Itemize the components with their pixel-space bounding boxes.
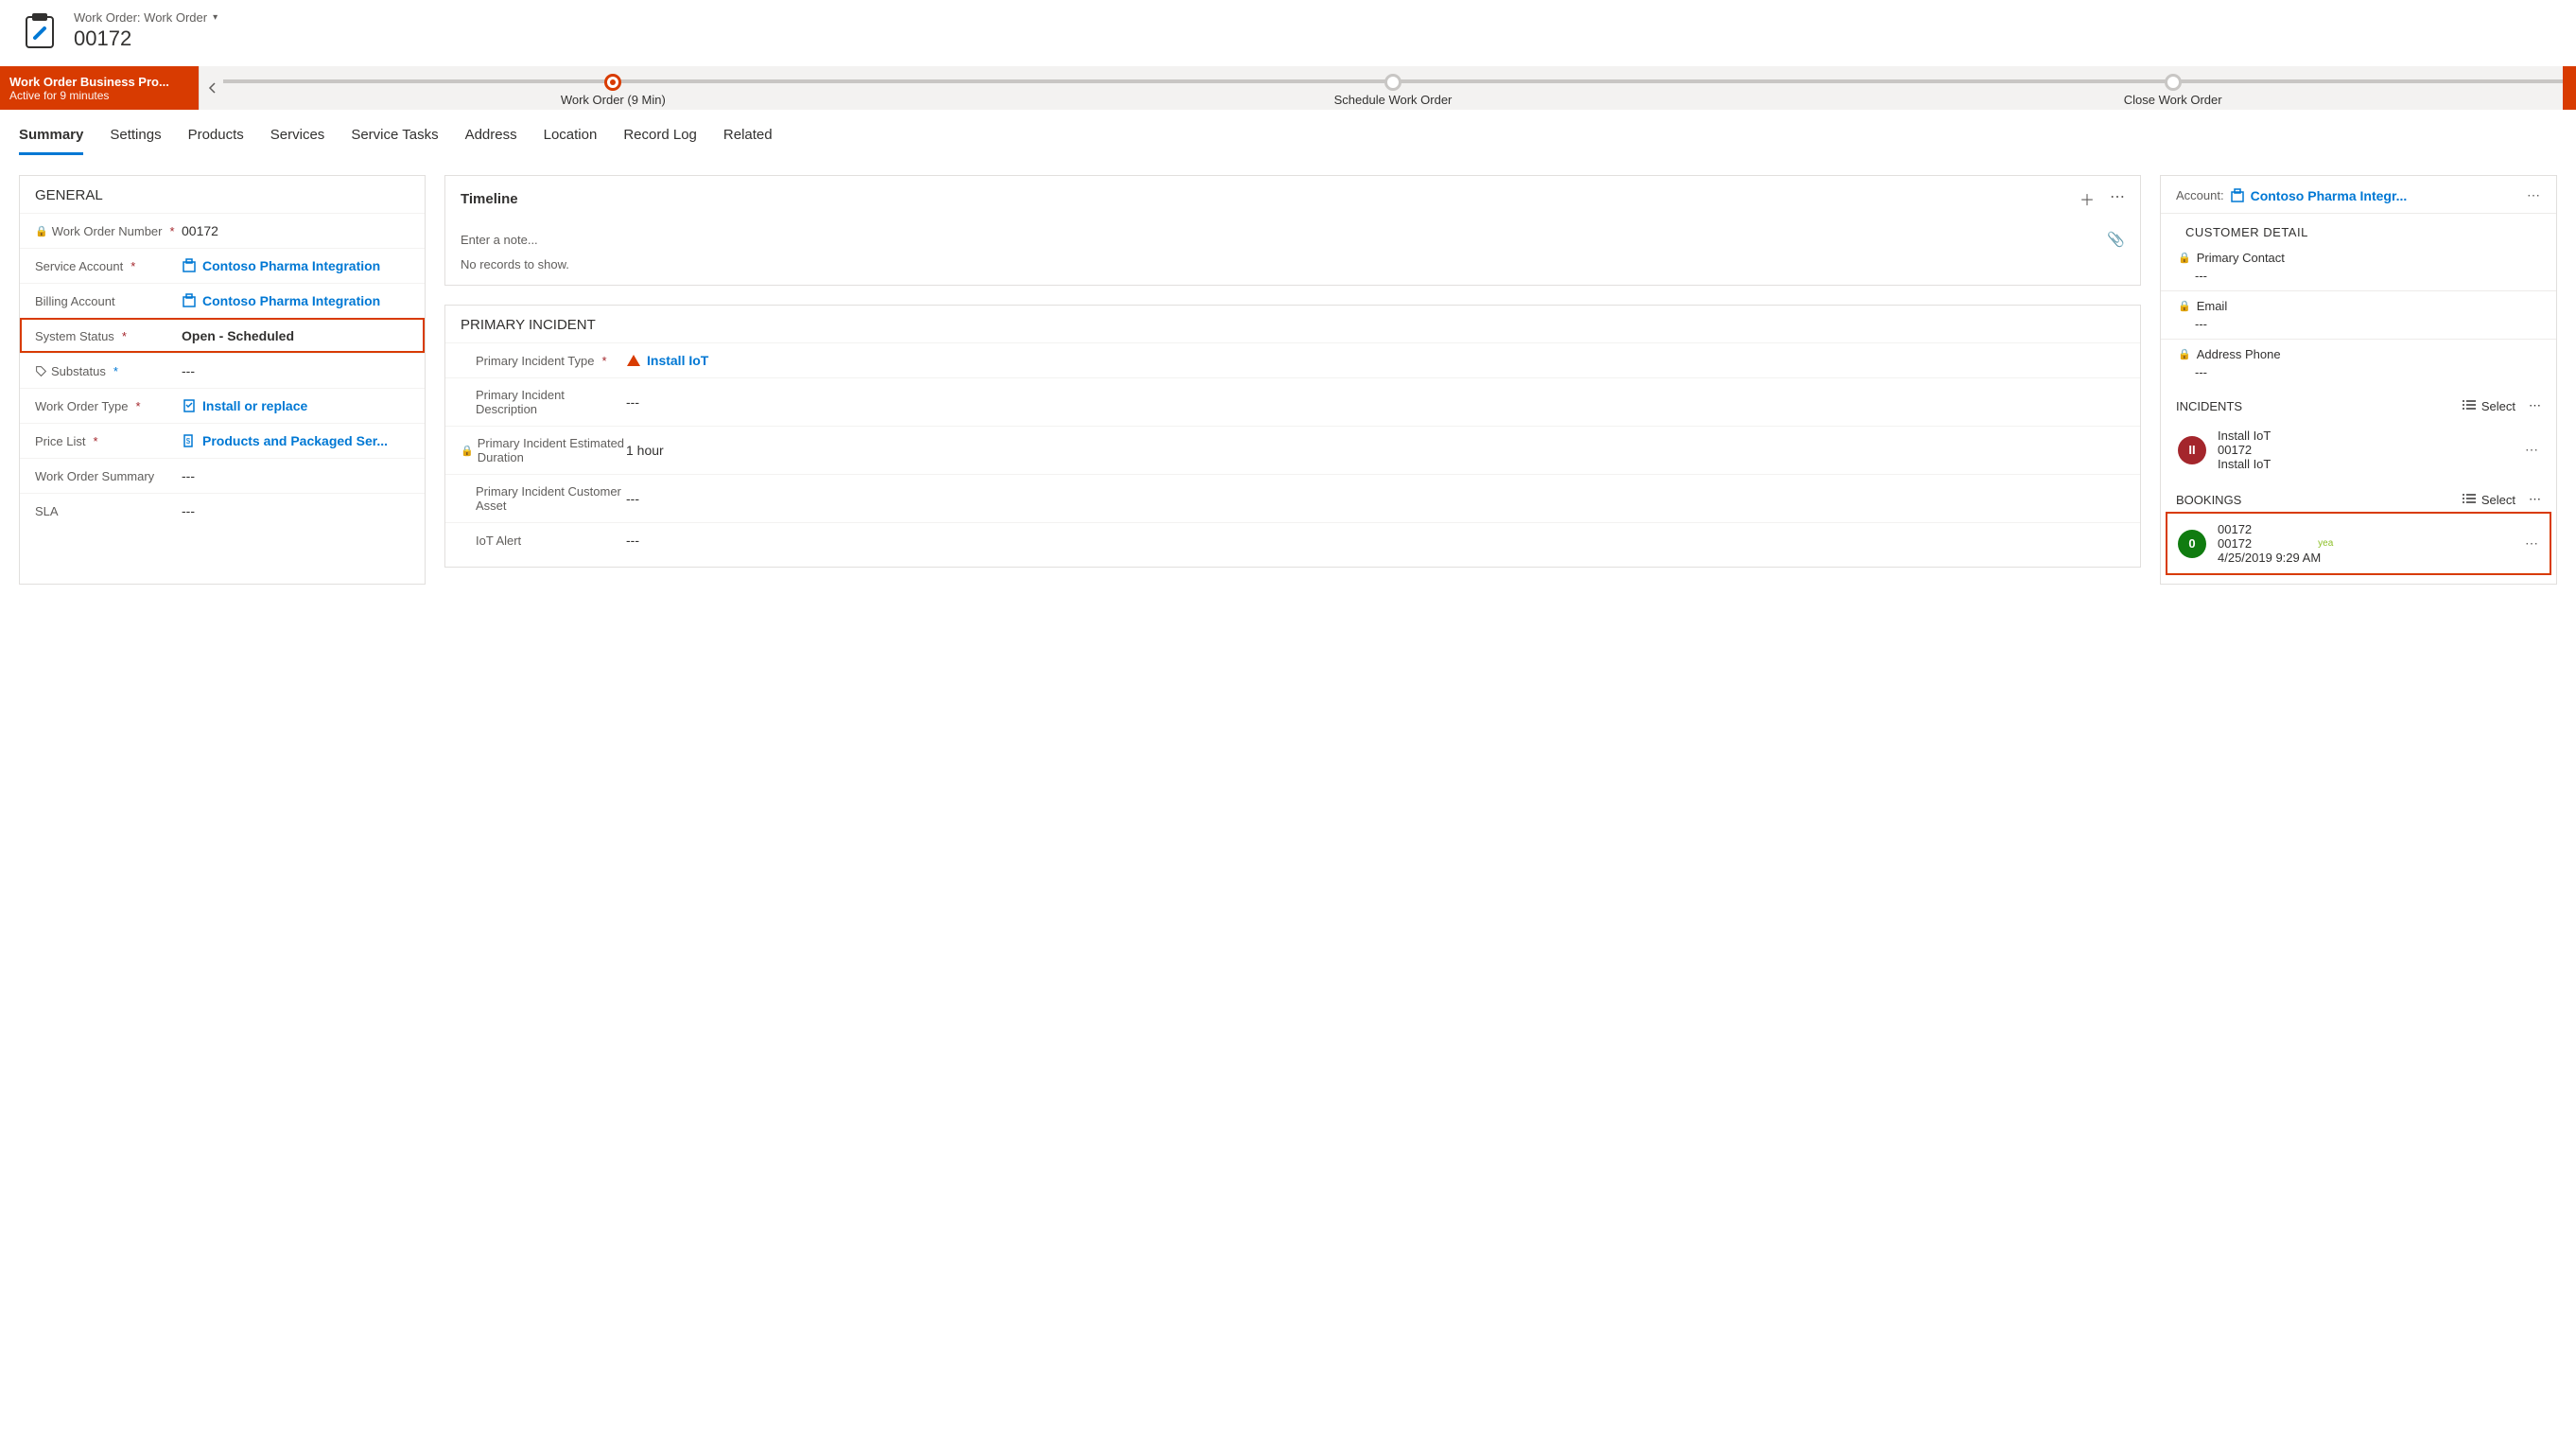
bpf-process-name: Work Order Business Pro... — [9, 75, 189, 89]
field-sla[interactable]: SLA --- — [20, 493, 425, 541]
field-work-order-number[interactable]: 🔒Work Order Number* 00172 — [20, 213, 425, 248]
section-title: GENERAL — [20, 176, 425, 213]
more-icon[interactable]: ⋯ — [2525, 535, 2539, 551]
bpf-active-duration: Active for 9 minutes — [9, 89, 189, 102]
tab-service-tasks[interactable]: Service Tasks — [351, 121, 438, 155]
svg-text:$: $ — [186, 437, 191, 446]
account-icon — [182, 258, 197, 273]
bpf-process-info[interactable]: Work Order Business Pro... Active for 9 … — [0, 66, 199, 110]
bpf-collapse-button[interactable] — [199, 66, 223, 110]
tab-settings[interactable]: Settings — [110, 121, 161, 155]
timeline-section: Timeline ＋ ⋯ Enter a note... 📎 No record… — [444, 175, 2141, 286]
price-list-link[interactable]: Products and Packaged Ser... — [202, 433, 388, 448]
bookings-select-button[interactable]: Select — [2463, 493, 2515, 507]
incident-list-item[interactable]: II Install IoT 00172 Install IoT ⋯ — [2168, 421, 2549, 479]
field-primary-incident-type[interactable]: Primary Incident Type* Install IoT — [445, 342, 2140, 377]
bpf-stage-dot — [1384, 74, 1401, 91]
lock-icon: 🔒 — [2178, 300, 2191, 312]
service-account-link[interactable]: Contoso Pharma Integration — [202, 258, 380, 273]
bpf-stages: Work Order (9 Min) Schedule Work Order C… — [223, 66, 2563, 110]
account-icon — [182, 293, 197, 308]
lock-icon: 🔒 — [2178, 348, 2191, 360]
bpf-stage-schedule[interactable]: Schedule Work Order — [1003, 70, 1784, 107]
primary-incident-section: PRIMARY INCIDENT Primary Incident Type* … — [444, 305, 2141, 568]
avatar: II — [2178, 436, 2206, 464]
warning-icon — [626, 353, 641, 368]
chevron-down-icon: ▾ — [213, 12, 218, 23]
account-link[interactable]: Contoso Pharma Integr... — [2251, 188, 2408, 203]
bpf-stage-dot — [604, 74, 621, 91]
entity-label: Work Order: Work Order — [74, 10, 207, 25]
field-primary-incident-description[interactable]: Primary Incident Description --- — [445, 377, 2140, 426]
lock-icon: 🔒 — [461, 445, 474, 457]
form-tabs: Summary Settings Products Services Servi… — [0, 110, 2576, 156]
field-primary-incident-asset[interactable]: Primary Incident Customer Asset --- — [445, 474, 2140, 522]
more-icon[interactable]: ⋯ — [2525, 442, 2539, 458]
tab-record-log[interactable]: Record Log — [623, 121, 697, 155]
lock-icon: 🔒 — [35, 225, 48, 237]
tag-icon — [35, 365, 47, 377]
field-substatus[interactable]: Substatus* --- — [20, 353, 425, 388]
bookings-header: BOOKINGS Select ⋯ — [2161, 479, 2556, 515]
account-icon — [2230, 188, 2245, 203]
tab-address[interactable]: Address — [465, 121, 517, 155]
bpf-right-edge — [2563, 66, 2576, 110]
field-iot-alert[interactable]: IoT Alert --- — [445, 522, 2140, 567]
tab-summary[interactable]: Summary — [19, 121, 83, 155]
entity-icon — [19, 9, 61, 51]
work-order-type-link[interactable]: Install or replace — [202, 398, 307, 413]
tab-products[interactable]: Products — [188, 121, 244, 155]
booking-list-item[interactable]: 0 00172 00172yea 4/25/2019 9:29 AM ⋯ — [2168, 515, 2549, 572]
more-icon[interactable]: ⋯ — [2110, 187, 2125, 210]
field-primary-contact[interactable]: 🔒Primary Contact --- — [2161, 245, 2556, 291]
incidents-select-button[interactable]: Select — [2463, 399, 2515, 413]
general-section: GENERAL 🔒Work Order Number* 00172 Servic… — [19, 175, 426, 585]
field-email[interactable]: 🔒Email --- — [2161, 293, 2556, 340]
bpf-stage-dot — [2165, 74, 2182, 91]
timeline-note-input[interactable]: Enter a note... — [461, 233, 538, 247]
tab-related[interactable]: Related — [723, 121, 773, 155]
pricelist-icon: $ — [182, 433, 197, 448]
customer-detail-title: CUSTOMER DETAIL — [2161, 214, 2556, 245]
business-process-flow: Work Order Business Pro... Active for 9 … — [0, 66, 2576, 110]
more-icon[interactable]: ⋯ — [2527, 187, 2541, 203]
field-primary-incident-duration[interactable]: 🔒Primary Incident Estimated Duration 1 h… — [445, 426, 2140, 474]
avatar: 0 — [2178, 530, 2206, 558]
account-label: Account: — [2176, 188, 2224, 202]
field-work-order-type[interactable]: Work Order Type* Install or replace — [20, 388, 425, 423]
field-price-list[interactable]: Price List* $ Products and Packaged Ser.… — [20, 423, 425, 458]
field-billing-account[interactable]: Billing Account Contoso Pharma Integrati… — [20, 283, 425, 318]
record-name: 00172 — [74, 26, 218, 51]
bpf-stage-close[interactable]: Close Work Order — [1783, 70, 2563, 107]
entity-type-selector[interactable]: Work Order: Work Order ▾ — [74, 10, 218, 25]
tab-services[interactable]: Services — [270, 121, 325, 155]
field-work-order-summary[interactable]: Work Order Summary --- — [20, 458, 425, 493]
timeline-empty-text: No records to show. — [445, 257, 2140, 285]
add-icon[interactable]: ＋ — [2080, 187, 2095, 210]
more-icon[interactable]: ⋯ — [2529, 398, 2541, 413]
tab-location[interactable]: Location — [544, 121, 598, 155]
lock-icon: 🔒 — [2178, 252, 2191, 264]
billing-account-link[interactable]: Contoso Pharma Integration — [202, 293, 380, 308]
field-service-account[interactable]: Service Account* Contoso Pharma Integrat… — [20, 248, 425, 283]
more-icon[interactable]: ⋯ — [2529, 492, 2541, 507]
clipboard-icon — [182, 398, 197, 413]
section-title: PRIMARY INCIDENT — [445, 306, 2140, 342]
bpf-stage-work-order[interactable]: Work Order (9 Min) — [223, 70, 1003, 107]
record-header: Work Order: Work Order ▾ 00172 — [0, 0, 2576, 66]
field-system-status[interactable]: System Status* Open - Scheduled — [20, 318, 425, 353]
reference-panel: Account: Contoso Pharma Integr... ⋯ CUST… — [2160, 175, 2557, 585]
incidents-header: INCIDENTS Select ⋯ — [2161, 385, 2556, 421]
attachment-icon[interactable]: 📎 — [2107, 231, 2125, 248]
incident-type-link[interactable]: Install IoT — [647, 353, 708, 368]
field-address-phone[interactable]: 🔒Address Phone --- — [2161, 341, 2556, 385]
timeline-title: Timeline — [461, 191, 518, 207]
